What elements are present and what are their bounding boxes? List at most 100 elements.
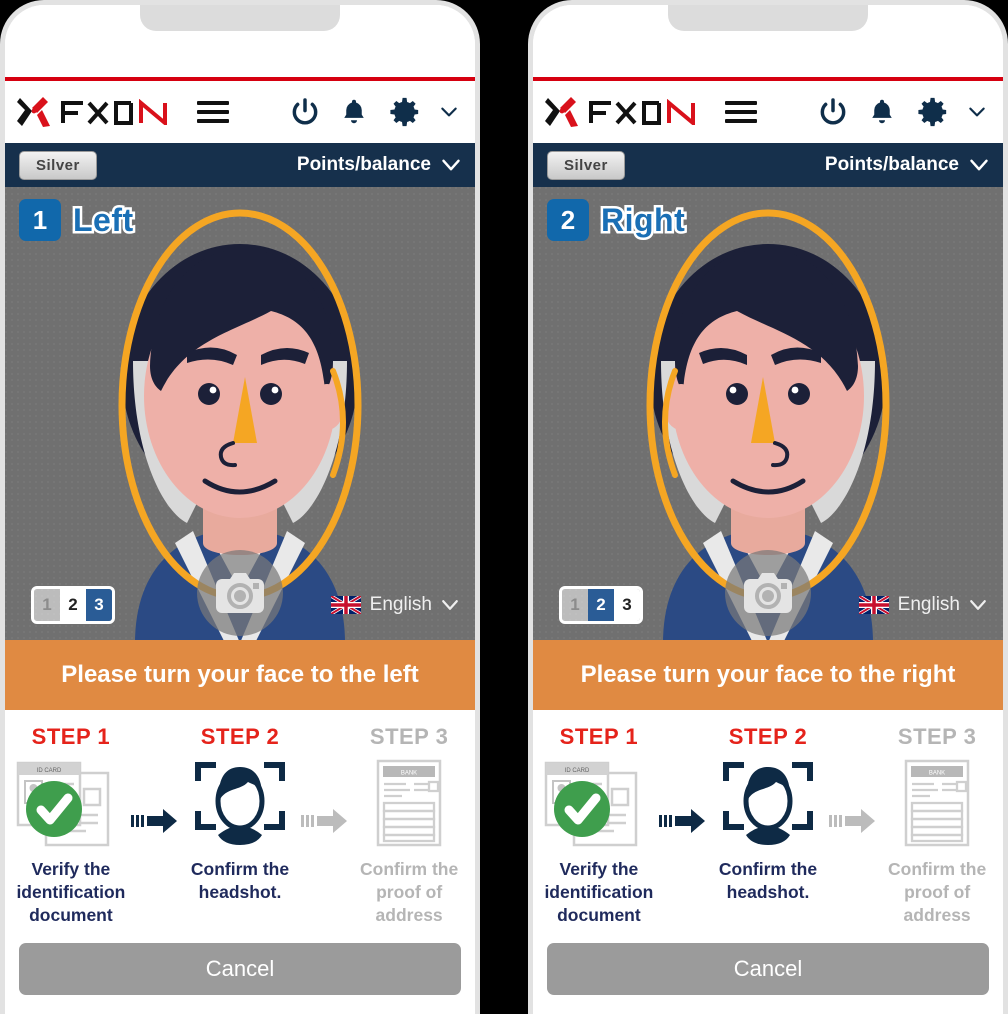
hamburger-bar — [197, 110, 229, 114]
face-scan-icon — [180, 756, 300, 850]
camera-shutter-button[interactable] — [725, 550, 811, 636]
chevron-down-icon — [442, 159, 460, 171]
hamburger-bar — [197, 119, 229, 123]
pager-item[interactable]: 3 — [86, 589, 112, 621]
hamburger-bar — [725, 119, 757, 123]
pager-item[interactable]: 2 — [588, 589, 614, 621]
pager-item[interactable]: 3 — [614, 589, 640, 621]
instruction-banner: Please turn your face to the left — [5, 640, 475, 710]
svg-text:ID CARD: ID CARD — [565, 768, 590, 774]
fxon-logo[interactable] — [17, 95, 169, 129]
cancel-button[interactable]: Cancel — [547, 943, 989, 996]
capture-step-number: 2 — [547, 199, 589, 241]
chevron-down-icon — [970, 600, 986, 610]
step-arrow-1 — [131, 724, 180, 836]
language-label: English — [897, 594, 960, 615]
hamburger-bar — [197, 101, 229, 105]
bell-icon[interactable] — [867, 96, 897, 128]
step-heading: STEP 1 — [559, 724, 639, 749]
app-header — [533, 81, 1003, 143]
hamburger-menu-button[interactable] — [197, 101, 229, 123]
capture-step-label: Right — [598, 199, 687, 240]
camera-shutter-button[interactable] — [197, 550, 283, 636]
fxon-wordmark-icon — [61, 99, 167, 125]
gear-icon[interactable] — [915, 95, 949, 129]
step-caption: Confirm the headshot. — [718, 859, 818, 903]
step-arrow-1 — [659, 724, 708, 836]
hamburger-menu-button[interactable] — [725, 101, 757, 123]
id-card-verified-icon: ID CARD — [11, 756, 131, 850]
chevron-down-icon — [442, 600, 458, 610]
phone-frame-left: Silver Points/balance 1 Left 1 2 3 Engli… — [0, 0, 480, 1014]
steps-strip: STEP 1 ID CARD Verify the identification… — [5, 710, 475, 936]
account-bar: Silver Points/balance — [5, 143, 475, 187]
power-icon[interactable] — [817, 96, 849, 128]
step-column-2: STEP 2 Confirm the headshot. — [180, 724, 300, 904]
step-column-1: STEP 1 ID CARD Verify the identification… — [11, 724, 131, 927]
capture-pager[interactable]: 1 2 3 — [31, 586, 115, 624]
chevron-down-icon[interactable] — [967, 102, 987, 122]
uk-flag-icon — [858, 596, 889, 614]
gear-icon[interactable] — [387, 95, 421, 129]
step-caption: Confirm the proof of address — [360, 859, 459, 926]
capture-step-flag: 2 Right — [547, 199, 687, 241]
phone-notch — [668, 5, 868, 31]
face-scan-icon — [708, 756, 828, 850]
points-balance-label: Points/balance — [824, 154, 959, 175]
pager-item[interactable]: 1 — [34, 589, 60, 621]
step-arrow-2 — [300, 724, 349, 836]
step-caption: Confirm the headshot. — [190, 859, 290, 903]
hamburger-bar — [725, 110, 757, 114]
points-balance-button[interactable]: Points/balance — [825, 154, 989, 176]
power-icon[interactable] — [289, 96, 321, 128]
cancel-button[interactable]: Cancel — [19, 943, 461, 996]
step-heading: STEP 3 — [897, 724, 977, 749]
arrow-right-icon — [828, 809, 875, 833]
instruction-banner: Please turn your face to the right — [533, 640, 1003, 710]
arrow-right-icon — [659, 809, 706, 833]
fxon-mark-icon — [17, 97, 50, 127]
phone-notch — [140, 5, 340, 31]
arrow-right-icon — [300, 809, 347, 833]
camera-viewport: 1 Left 1 2 3 English — [5, 187, 475, 640]
language-selector[interactable]: English — [330, 594, 459, 616]
step-column-3: STEP 3 BANK Confirm the proof of address — [349, 724, 469, 927]
points-balance-label: Points/balance — [296, 154, 431, 175]
camera-icon — [216, 573, 264, 613]
svg-text:BANK: BANK — [929, 771, 945, 777]
arrow-right-icon — [131, 809, 178, 833]
step-caption: Verify the identification document — [544, 859, 654, 926]
step-column-2: STEP 2 Confirm the headshot. — [708, 724, 828, 904]
rank-badge[interactable]: Silver — [19, 150, 97, 180]
capture-step-flag: 1 Left — [19, 199, 136, 241]
pager-item[interactable]: 1 — [562, 589, 588, 621]
bank-document-icon: BANK — [349, 756, 469, 850]
step-heading: STEP 1 — [31, 724, 111, 749]
dual-phone-mockup: Silver Points/balance 1 Left 1 2 3 Engli… — [0, 0, 1008, 1014]
step-heading: STEP 2 — [200, 724, 280, 749]
chevron-down-icon[interactable] — [439, 102, 459, 122]
hamburger-bar — [725, 101, 757, 105]
id-card-verified-icon: ID CARD — [539, 756, 659, 850]
points-balance-button[interactable]: Points/balance — [297, 154, 461, 176]
rank-badge[interactable]: Silver — [547, 150, 625, 180]
pager-item[interactable]: 2 — [60, 589, 86, 621]
language-label: English — [369, 594, 432, 615]
phone-frame-right: Silver Points/balance 2 Right 1 2 3 Engl… — [528, 0, 1008, 1014]
step-heading: STEP 3 — [369, 724, 449, 749]
camera-viewport: 2 Right 1 2 3 English — [533, 187, 1003, 640]
app-header — [5, 81, 475, 143]
svg-text:BANK: BANK — [401, 771, 417, 777]
bank-document-icon: BANK — [877, 756, 997, 850]
capture-step-label: Left — [71, 199, 136, 240]
step-column-3: STEP 3 BANK Confirm the proof of address — [877, 724, 997, 927]
step-caption: Verify the identification document — [16, 859, 126, 926]
fxon-logo[interactable] — [545, 95, 697, 129]
bell-icon[interactable] — [339, 96, 369, 128]
step-heading: STEP 2 — [728, 724, 808, 749]
fxon-mark-icon — [545, 97, 578, 127]
step-caption: Confirm the proof of address — [888, 859, 987, 926]
language-selector[interactable]: English — [858, 594, 987, 616]
uk-flag-icon — [330, 596, 361, 614]
capture-pager[interactable]: 1 2 3 — [559, 586, 643, 624]
